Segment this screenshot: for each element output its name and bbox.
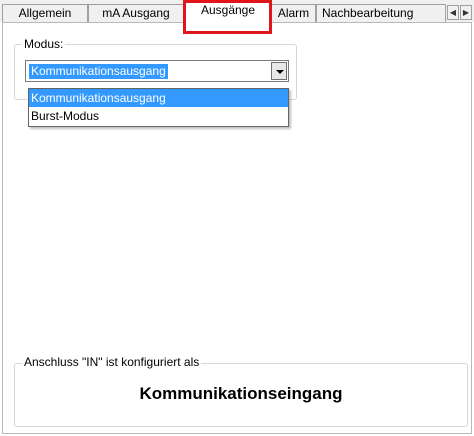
mode-select[interactable]: Kommunikationsausgang	[25, 60, 289, 82]
mode-legend: Modus:	[22, 37, 66, 51]
connection-group: Kommunikationseingang	[14, 363, 468, 427]
tab-allgemein[interactable]: Allgemein	[2, 4, 88, 22]
tab-ausgaenge[interactable]: Ausgänge	[185, 0, 271, 24]
dropdown-button[interactable]	[271, 62, 287, 80]
tab-ma-ausgang[interactable]: mA Ausgang	[88, 4, 184, 22]
tab-nachbearbeitung[interactable]: Nachbearbeitung	[316, 4, 446, 22]
connection-value: Kommunikationseingang	[139, 384, 343, 403]
chevron-down-icon	[276, 70, 284, 74]
connection-legend: Anschluss "IN" ist konfiguriert als	[22, 355, 202, 369]
tab-alarm[interactable]: Alarm	[271, 4, 316, 22]
tab-strip: Allgemein mA Ausgang Ausgänge Alarm Nach…	[0, 0, 474, 24]
mode-option-burst-modus[interactable]: Burst-Modus	[29, 107, 288, 125]
tab-panel: Kommunikationseingang	[2, 22, 472, 434]
tab-scroll-right-button[interactable]: ▶	[460, 5, 472, 20]
mode-dropdown-list: Kommunikationsausgang Burst-Modus	[28, 88, 289, 127]
mode-option-kommunikationsausgang[interactable]: Kommunikationsausgang	[29, 89, 288, 107]
tab-scroll-left-button[interactable]: ◀	[447, 5, 459, 20]
mode-select-value: Kommunikationsausgang	[29, 64, 168, 79]
